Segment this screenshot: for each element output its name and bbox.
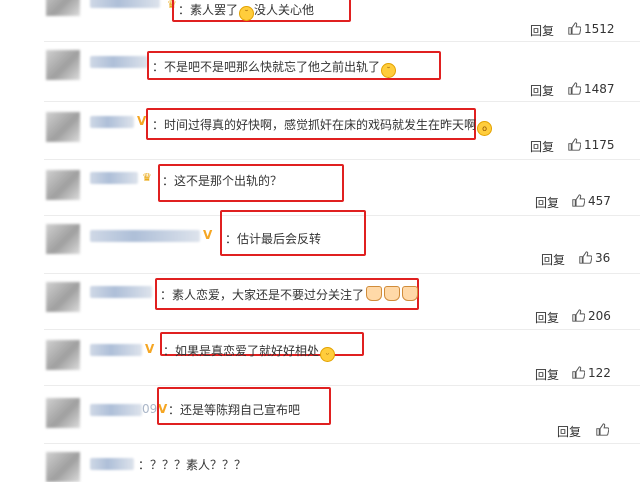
thumbs-up-icon xyxy=(579,251,593,264)
comment-row: ：不是吧不是吧那么快就忘了他之前出轨了 ˘ 回复 1487 xyxy=(0,42,640,102)
cat-emoji-icon xyxy=(402,286,419,301)
user-name[interactable] xyxy=(90,286,152,298)
like-button[interactable]: 36 xyxy=(579,251,610,265)
reply-button[interactable]: 回复 xyxy=(541,251,565,268)
thumbs-up-icon xyxy=(596,423,610,436)
comment-text: ：还是等陈翔自己宣布吧 xyxy=(168,403,301,417)
crown-icon: ♛ xyxy=(142,171,152,184)
avatar[interactable] xyxy=(46,398,80,428)
comment-row: ♛ ：素人罢了 ˘ 没人关心他 回复 1512 xyxy=(0,0,640,42)
comment-row: V ：估计最后会反转 回复 36 xyxy=(0,210,640,274)
emoji-icon: ˘ xyxy=(239,6,255,21)
comment-text: ：素人罢了 ˘ 没人关心他 xyxy=(178,1,314,21)
cat-emoji-icon xyxy=(366,286,383,301)
comment-text: ：估计最后会反转 xyxy=(225,232,322,246)
comment-row: ：？？？素人？？？ xyxy=(0,444,640,482)
reply-button[interactable]: 回复 xyxy=(530,138,554,155)
avatar[interactable] xyxy=(46,224,80,254)
reply-button[interactable]: 回复 xyxy=(530,82,554,99)
vip-badge: V xyxy=(203,228,213,242)
comment-text: ：不是吧不是吧那么快就忘了他之前出轨了 ˘ xyxy=(152,58,397,78)
reply-button[interactable]: 回复 xyxy=(530,22,554,39)
user-name[interactable] xyxy=(90,230,200,242)
avatar[interactable] xyxy=(46,112,80,142)
user-name[interactable] xyxy=(90,344,142,356)
comment-row: ：素人恋爱，大家还是不要过分关注了 回复 206 xyxy=(0,274,640,330)
user-name[interactable] xyxy=(90,56,148,68)
reply-button[interactable]: 回复 xyxy=(535,194,559,211)
user-name[interactable] xyxy=(90,116,134,128)
comment-text: ：素人恋爱，大家还是不要过分关注了 xyxy=(160,286,419,303)
avatar[interactable] xyxy=(46,50,80,80)
cat-emoji-icon xyxy=(384,286,401,301)
thumbs-up-icon xyxy=(572,309,586,322)
thumbs-up-icon xyxy=(572,194,586,207)
reply-button[interactable]: 回复 xyxy=(557,423,581,440)
vip-badge: V xyxy=(145,342,155,356)
comment-row: ♛ ：这不是那个出轨的？ 回复 457 xyxy=(0,160,640,216)
comment-text: ：？？？素人？？？ xyxy=(138,458,247,472)
comment-text: ：这不是那个出轨的？ xyxy=(162,174,283,188)
user-name[interactable] xyxy=(90,458,134,470)
thumbs-up-icon xyxy=(572,366,586,379)
reply-button[interactable]: 回复 xyxy=(535,309,559,326)
comment-row: V ：如果是真恋爱了就好好相处 ᵕ 回复 122 xyxy=(0,330,640,386)
emoji-icon: ˘ xyxy=(381,63,397,78)
like-button[interactable]: 1512 xyxy=(568,22,615,36)
like-button[interactable]: 122 xyxy=(572,366,611,380)
comment-row: V ：时间过得真的好快啊，感觉抓奸在床的戏码就发生在昨天啊 o 回复 1175 xyxy=(0,102,640,160)
user-name[interactable] xyxy=(90,404,142,416)
vip-badge: V xyxy=(137,114,147,128)
like-button[interactable]: 206 xyxy=(572,309,611,323)
like-button[interactable]: 1175 xyxy=(568,138,615,152)
user-name-suffix: 09 xyxy=(142,402,158,416)
thumbs-up-icon xyxy=(568,138,582,151)
user-name[interactable] xyxy=(90,0,160,8)
reply-button[interactable]: 回复 xyxy=(535,366,559,383)
avatar[interactable] xyxy=(46,170,80,200)
emoji-icon: ᵕ xyxy=(320,347,336,362)
avatar[interactable] xyxy=(46,282,80,312)
avatar[interactable] xyxy=(46,0,80,16)
like-button[interactable]: 457 xyxy=(572,194,611,208)
emoji-icon: o xyxy=(477,121,493,136)
thumbs-up-icon xyxy=(568,22,582,35)
like-button[interactable] xyxy=(596,423,612,437)
avatar[interactable] xyxy=(46,452,80,482)
like-button[interactable]: 1487 xyxy=(568,82,615,96)
comment-text: ：如果是真恋爱了就好好相处 ᵕ xyxy=(163,342,336,362)
comment-text: ：时间过得真的好快啊，感觉抓奸在床的戏码就发生在昨天啊 o xyxy=(152,116,493,136)
comment-row: 09 V ：还是等陈翔自己宣布吧 回复 xyxy=(0,386,640,444)
thumbs-up-icon xyxy=(568,82,582,95)
user-name[interactable] xyxy=(90,172,138,184)
avatar[interactable] xyxy=(46,340,80,370)
